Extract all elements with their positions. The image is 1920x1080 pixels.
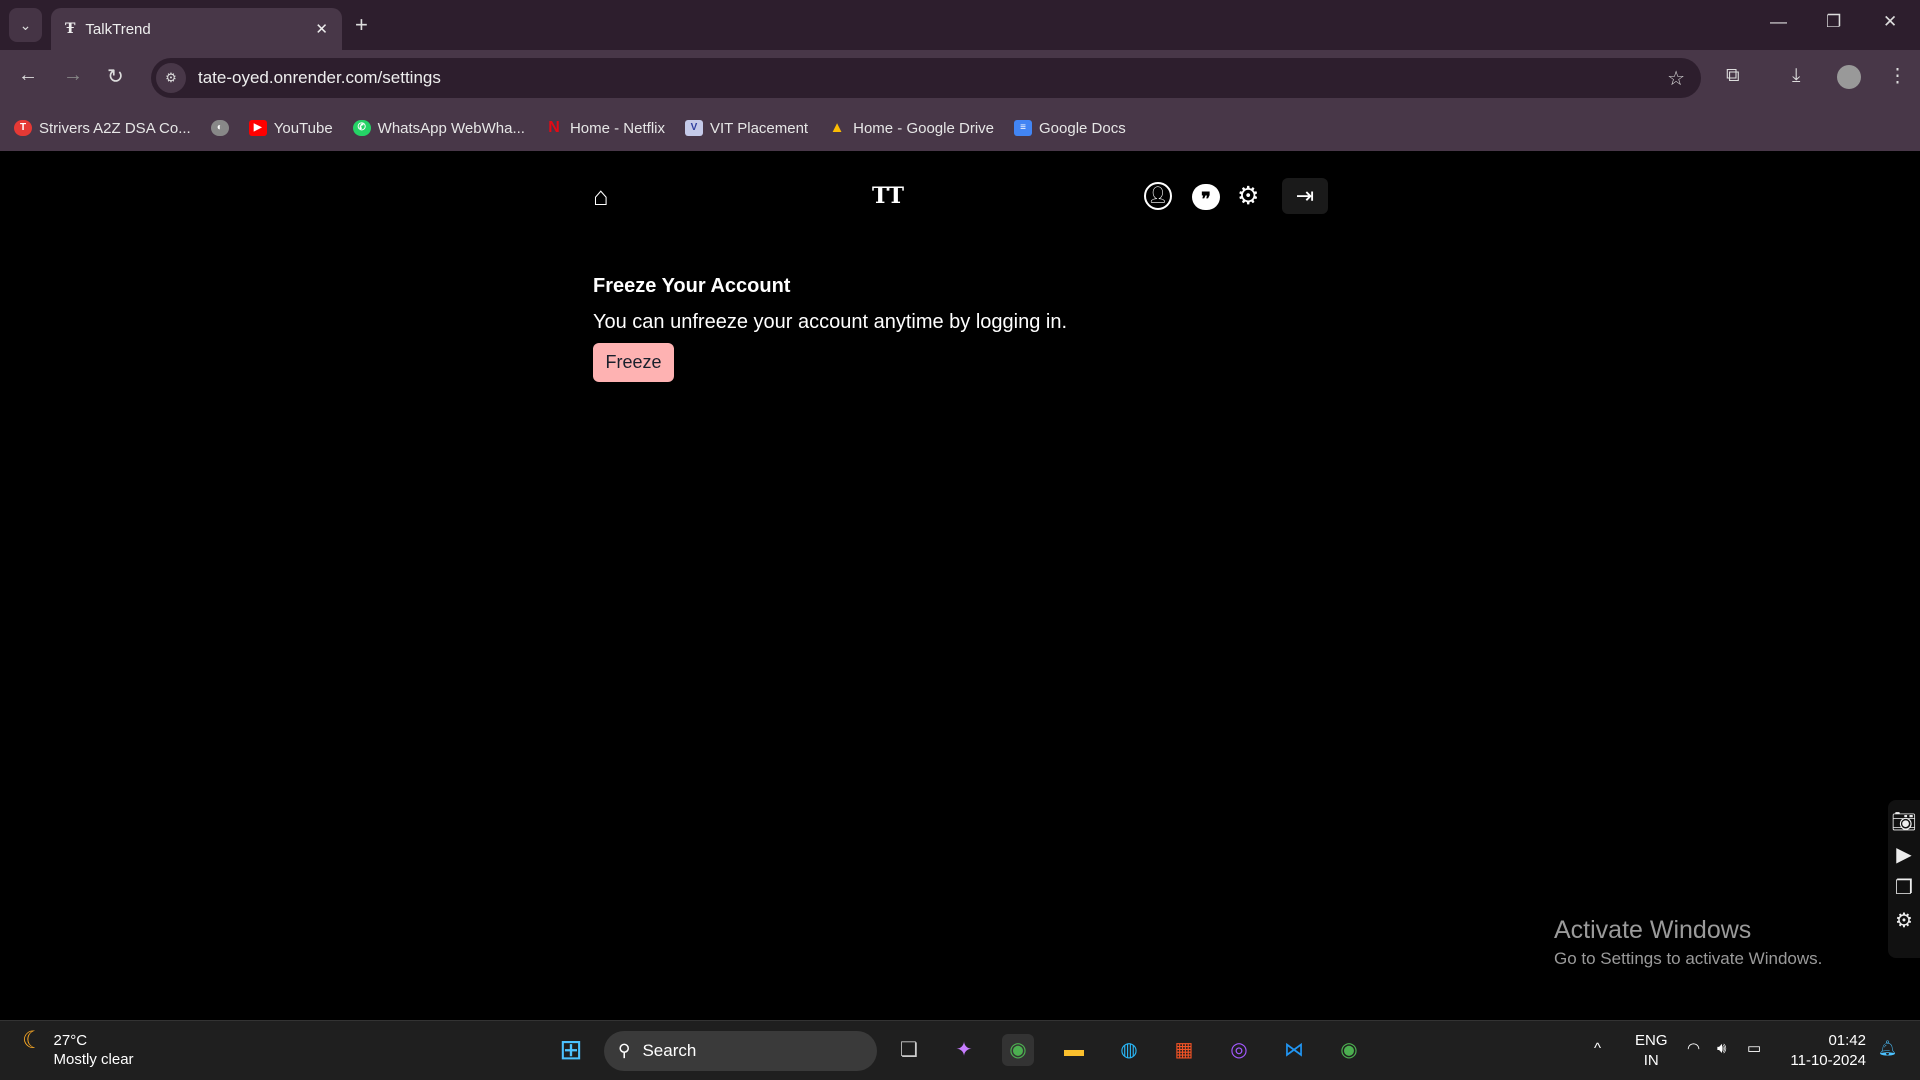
weather-temp: 27°C <box>53 1032 88 1049</box>
start-button[interactable]: ⊞ <box>555 1034 587 1066</box>
tuf-icon: T <box>14 120 32 136</box>
bookmark-whatsapp[interactable]: ✆ WhatsApp WebWha... <box>352 120 525 137</box>
search-label: Search <box>642 1041 697 1060</box>
address-bar[interactable]: ⚙ tate-oyed.onrender.com/settings ☆ <box>151 58 1701 98</box>
reload-button[interactable]: ↻ <box>107 64 124 89</box>
wifi-icon[interactable]: ◠ <box>1687 1039 1700 1059</box>
chrome-icon[interactable]: ◉ <box>1002 1034 1034 1066</box>
region-label: IN <box>1643 1052 1659 1069</box>
freeze-description: You can unfreeze your account anytime by… <box>593 311 1068 333</box>
github-desktop-icon[interactable]: ◎ <box>1223 1034 1255 1066</box>
restore-button[interactable]: ❐ <box>1826 12 1841 32</box>
close-window-button[interactable]: ✕ <box>1883 12 1897 32</box>
bookmark-vit[interactable]: V VIT Placement <box>685 120 808 137</box>
time: 01:42 <box>1828 1032 1866 1049</box>
settings-icon[interactable]: ⚙ <box>1888 905 1920 938</box>
talktrend-favicon: Ŧ <box>65 21 76 37</box>
language-indicator[interactable]: ENG IN <box>1635 1031 1668 1071</box>
bookmarks-bar: T Strivers A2Z DSA Co... ◐ ▶ YouTube ✆ What… <box>0 105 1920 151</box>
task-view-icon[interactable]: ❏ <box>893 1034 925 1066</box>
bookmark-youtube[interactable]: ▶ YouTube <box>248 120 333 137</box>
netflix-icon: N <box>548 119 560 136</box>
home-icon[interactable]: ⌂ <box>593 181 609 211</box>
profile-avatar[interactable] <box>1837 65 1861 89</box>
bookmark-netflix[interactable]: N Home - Netflix <box>545 120 665 137</box>
logout-icon: ⇥ <box>1295 183 1315 208</box>
new-tab-button[interactable]: + <box>355 12 368 38</box>
logout-button[interactable]: ⇥ <box>1282 178 1328 214</box>
bookmark-google-drive[interactable]: ▲ Home - Google Drive <box>828 120 994 137</box>
profile-icon[interactable]: 👤︎ <box>1144 182 1172 210</box>
tray-overflow-icon[interactable]: ^ <box>1594 1039 1601 1059</box>
app-logo[interactable]: TT <box>872 181 904 211</box>
volume-icon[interactable]: 🔊︎ <box>1717 1039 1726 1059</box>
search-icon: ⚲ <box>618 1041 631 1060</box>
download-icon[interactable]: ⤓ <box>1792 65 1800 87</box>
weather-widget[interactable]: ☾ 27°C Mostly clear <box>22 1027 134 1069</box>
bookmark-strivers[interactable]: T Strivers A2Z DSA Co... <box>14 120 191 137</box>
battery-icon[interactable]: ▭ <box>1747 1039 1761 1059</box>
whatsapp-icon: ✆ <box>352 120 371 136</box>
forward-button[interactable]: → <box>63 64 83 87</box>
bookmark-google-docs[interactable]: ≡ Google Docs <box>1014 120 1126 137</box>
globe-icon: ◐ <box>210 120 229 136</box>
bookmark-star-icon[interactable]: ☆ <box>1667 66 1685 91</box>
site-info-icon[interactable]: ⚙ <box>156 63 186 93</box>
activate-windows-watermark: Activate Windows Go to Settings to activ… <box>1554 916 1822 969</box>
browser-tab-bar: ⌄ Ŧ TalkTrend ✕ + — ❐ ✕ <box>0 0 1920 50</box>
section-title: Freeze Your Account <box>593 275 791 297</box>
freeze-button[interactable]: Freeze <box>593 343 674 382</box>
copilot-icon[interactable]: ✦ <box>948 1034 980 1066</box>
file-explorer-icon[interactable]: ▬ <box>1058 1034 1090 1066</box>
chrome-profile-icon[interactable]: ◉ <box>1333 1034 1365 1066</box>
settings-gear-icon[interactable]: ⚙ <box>1237 181 1259 211</box>
notification-bell-icon[interactable]: 🔔︎ <box>1878 1039 1897 1059</box>
capture-sidebar: 📷︎ ▶ ❐ ⚙ <box>1888 800 1920 958</box>
bookmark-globe[interactable]: ◐ <box>210 120 229 136</box>
watermark-title: Activate Windows <box>1554 916 1752 944</box>
minimize-button[interactable]: — <box>1770 12 1787 32</box>
app-page: ⌂ TT 👤︎ ❞ ⚙ ⇥ Freeze Your Account You ca… <box>0 151 1920 1020</box>
ms-store-icon[interactable]: ▦ <box>1168 1034 1200 1066</box>
youtube-icon: ▶ <box>248 120 267 136</box>
browser-tab[interactable]: Ŧ TalkTrend ✕ <box>51 8 342 50</box>
tab-title: TalkTrend <box>85 20 151 38</box>
video-icon[interactable]: ▶ <box>1888 839 1920 872</box>
camera-icon[interactable]: 📷︎ <box>1888 806 1920 839</box>
close-tab-icon[interactable]: ✕ <box>315 20 328 38</box>
windows-taskbar: ☾ 27°C Mostly clear ⊞ ⚲ Search ❏ ✦ ◉ ▬ ◍ ▦… <box>0 1020 1920 1080</box>
lang-label: ENG <box>1635 1032 1668 1049</box>
vit-icon: V <box>685 120 703 136</box>
weather-desc: Mostly clear <box>53 1051 134 1068</box>
weather-icon: ☾ <box>22 1027 44 1054</box>
menu-icon[interactable]: ⋮ <box>1888 65 1907 88</box>
vscode-icon[interactable]: ⋈ <box>1278 1034 1310 1066</box>
url-text[interactable]: tate-oyed.onrender.com/settings <box>198 68 441 88</box>
google-drive-icon: ▲ <box>829 119 845 136</box>
taskbar-search[interactable]: ⚲ Search <box>604 1031 877 1071</box>
edge-icon[interactable]: ◍ <box>1113 1034 1145 1066</box>
browser-toolbar: ← → ↻ ⚙ tate-oyed.onrender.com/settings … <box>0 50 1920 105</box>
watermark-subtitle: Go to Settings to activate Windows. <box>1554 949 1823 968</box>
google-docs-icon: ≡ <box>1014 120 1032 136</box>
back-button[interactable]: ← <box>18 64 38 87</box>
window-icon[interactable]: ❐ <box>1888 872 1920 905</box>
clock[interactable]: 01:42 11-10-2024 <box>1786 1031 1866 1071</box>
tab-search-button[interactable]: ⌄ <box>9 8 42 42</box>
date: 11-10-2024 <box>1790 1052 1866 1069</box>
chat-icon[interactable]: ❞ <box>1192 184 1220 210</box>
extensions-icon[interactable]: ⧉ <box>1726 65 1740 87</box>
